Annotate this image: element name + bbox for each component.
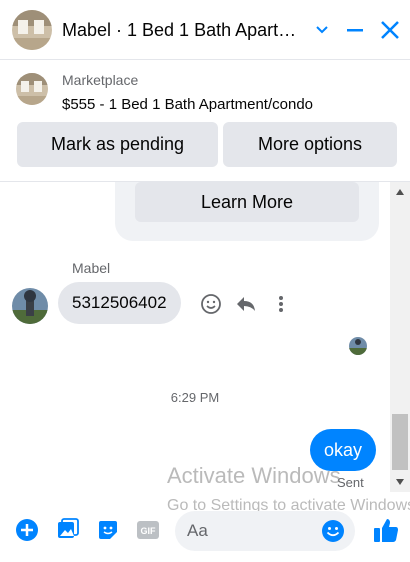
learn-more-button[interactable]: Learn More bbox=[135, 182, 359, 222]
thumbs-up-icon[interactable] bbox=[371, 515, 401, 545]
close-icon[interactable] bbox=[376, 16, 404, 44]
chevron-down-icon[interactable] bbox=[308, 16, 336, 44]
read-receipt-avatar bbox=[349, 337, 367, 355]
sticker-icon[interactable] bbox=[95, 517, 121, 543]
conversation-title[interactable]: Mabel · 1 Bed 1 Bath Apartment/condo bbox=[62, 20, 302, 41]
sent-status: Sent bbox=[337, 475, 364, 490]
message-composer: GIF bbox=[0, 500, 410, 562]
sender-name: Mabel bbox=[72, 260, 111, 276]
message-input[interactable] bbox=[187, 511, 317, 551]
outgoing-message-bubble[interactable]: okay bbox=[310, 429, 377, 471]
message-timestamp: 6:29 PM bbox=[170, 390, 220, 405]
react-smiley-icon[interactable] bbox=[199, 292, 223, 316]
chat-header: Mabel · 1 Bed 1 Bath Apartment/condo bbox=[0, 0, 410, 60]
marketplace-listing-card: Marketplace $555 - 1 Bed 1 Bath Apartmen… bbox=[0, 60, 410, 182]
mark-as-pending-button[interactable]: Mark as pending bbox=[17, 122, 218, 167]
emoji-icon[interactable] bbox=[321, 519, 345, 543]
reply-icon[interactable] bbox=[234, 292, 258, 316]
message-input-container[interactable] bbox=[175, 511, 355, 551]
more-actions-icon[interactable] bbox=[269, 292, 293, 316]
message-thread[interactable]: Learn More Mabel 5312506402 6:29 PM okay… bbox=[0, 182, 390, 492]
listing-info-card: Learn More bbox=[115, 182, 379, 241]
listing-avatar[interactable] bbox=[12, 10, 52, 50]
listing-title[interactable]: $555 - 1 Bed 1 Bath Apartment/condo bbox=[62, 96, 313, 113]
scroll-up-arrow-icon[interactable] bbox=[390, 184, 410, 200]
listing-thumbnail[interactable] bbox=[16, 73, 48, 105]
marketplace-label: Marketplace bbox=[62, 72, 139, 88]
chat-scrollbar[interactable] bbox=[390, 182, 410, 492]
incoming-message-bubble[interactable]: 5312506402 bbox=[58, 282, 181, 324]
gif-icon[interactable]: GIF bbox=[135, 517, 161, 543]
sender-avatar[interactable] bbox=[12, 288, 48, 324]
plus-icon[interactable] bbox=[14, 517, 40, 543]
minimize-icon[interactable] bbox=[341, 16, 369, 44]
more-options-button[interactable]: More options bbox=[223, 122, 397, 167]
scroll-down-arrow-icon[interactable] bbox=[390, 474, 410, 490]
svg-text:GIF: GIF bbox=[141, 526, 157, 536]
photo-gallery-icon[interactable] bbox=[55, 517, 81, 543]
scrollbar-thumb[interactable] bbox=[392, 414, 408, 470]
